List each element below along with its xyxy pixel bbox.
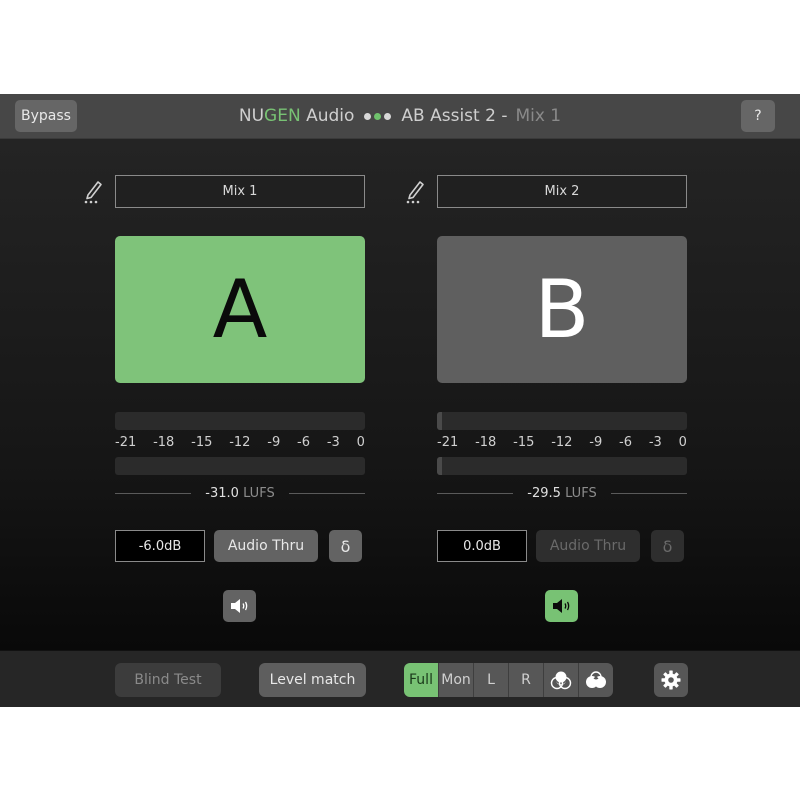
mix-name-field[interactable]: Mix 1 xyxy=(115,175,365,208)
gear-icon xyxy=(661,670,681,690)
loudness-unit: LUFS xyxy=(243,485,275,501)
loudness-meter-right xyxy=(115,457,365,475)
scale-tick: -21 xyxy=(115,435,137,450)
loudness-meter-left xyxy=(437,412,687,430)
speaker-icon xyxy=(230,599,247,613)
mix-panel-b: Mix 2 B -21 -18 -15 -12 -9 -6 -3 0 -29.5… xyxy=(406,94,687,706)
dots-icon xyxy=(364,112,392,120)
mode-left-button[interactable]: L xyxy=(474,663,509,697)
audio-thru-button[interactable]: Audio Thru xyxy=(536,530,640,562)
pencil-icon[interactable] xyxy=(83,178,105,204)
speaker-button[interactable] xyxy=(223,590,256,622)
speaker-button[interactable] xyxy=(545,590,578,622)
gain-field[interactable]: 0.0dB xyxy=(437,530,527,562)
mode-mid-button[interactable] xyxy=(544,663,579,697)
meter-scale: -21 -18 -15 -12 -9 -6 -3 0 xyxy=(437,435,687,453)
side-circles-icon xyxy=(586,671,606,688)
divider xyxy=(288,492,365,494)
scale-tick: -6 xyxy=(297,435,311,450)
loudness-value: -29.5 xyxy=(527,485,561,501)
loudness-readout: -29.5 LUFS xyxy=(437,484,687,502)
scale-tick: -3 xyxy=(326,435,340,450)
divider xyxy=(437,492,514,494)
scale-tick: -15 xyxy=(191,435,213,450)
mode-mon-button[interactable]: Mon xyxy=(439,663,474,697)
divider xyxy=(610,492,687,494)
help-button[interactable]: ? xyxy=(741,100,775,132)
scale-tick: -3 xyxy=(648,435,662,450)
level-match-button[interactable]: Level match xyxy=(259,663,366,697)
mix-name-field[interactable]: Mix 2 xyxy=(437,175,687,208)
monitor-mode-selector: Full Mon L R xyxy=(404,663,613,697)
audio-thru-button[interactable]: Audio Thru xyxy=(214,530,318,562)
loudness-unit: LUFS xyxy=(565,485,597,501)
scale-tick: -21 xyxy=(437,435,459,450)
loudness-meter-right xyxy=(437,457,687,475)
scale-tick: -9 xyxy=(589,435,603,450)
scale-tick: -6 xyxy=(619,435,633,450)
select-b-button[interactable]: B xyxy=(437,236,687,383)
pencil-icon[interactable] xyxy=(405,178,427,204)
scale-tick: -15 xyxy=(513,435,535,450)
meter-scale: -21 -18 -15 -12 -9 -6 -3 0 xyxy=(115,435,365,453)
bottom-bar: Blind Test Level match Full Mon L R xyxy=(0,650,800,707)
meter-fill xyxy=(437,412,442,430)
scale-tick: 0 xyxy=(678,435,687,450)
loudness-meter-left xyxy=(115,412,365,430)
scale-tick: -18 xyxy=(153,435,175,450)
mode-side-button[interactable] xyxy=(579,663,613,697)
mode-right-button[interactable]: R xyxy=(509,663,544,697)
scale-tick: -18 xyxy=(475,435,497,450)
meter-fill xyxy=(437,457,442,475)
loudness-readout: -31.0 LUFS xyxy=(115,484,365,502)
select-a-button[interactable]: A xyxy=(115,236,365,383)
scale-tick: -12 xyxy=(229,435,251,450)
settings-button[interactable] xyxy=(654,663,688,697)
divider xyxy=(115,492,192,494)
mix-panel-a: Mix 1 A -21 -18 -15 -12 -9 -6 -3 0 -31.0… xyxy=(84,94,365,706)
speaker-icon xyxy=(552,599,569,613)
ab-assist-plugin: Bypass NU GEN Audio AB Assist 2 - Mix 1 ?… xyxy=(0,94,800,707)
mode-full-button[interactable]: Full xyxy=(404,663,439,697)
loudness-value: -31.0 xyxy=(205,485,239,501)
scale-tick: -9 xyxy=(267,435,281,450)
blind-test-button[interactable]: Blind Test xyxy=(115,663,221,697)
delta-button[interactable]: δ xyxy=(329,530,362,562)
scale-tick: -12 xyxy=(551,435,573,450)
mid-circles-icon xyxy=(550,671,572,690)
scale-tick: 0 xyxy=(356,435,365,450)
delta-button[interactable]: δ xyxy=(651,530,684,562)
gain-field[interactable]: -6.0dB xyxy=(115,530,205,562)
